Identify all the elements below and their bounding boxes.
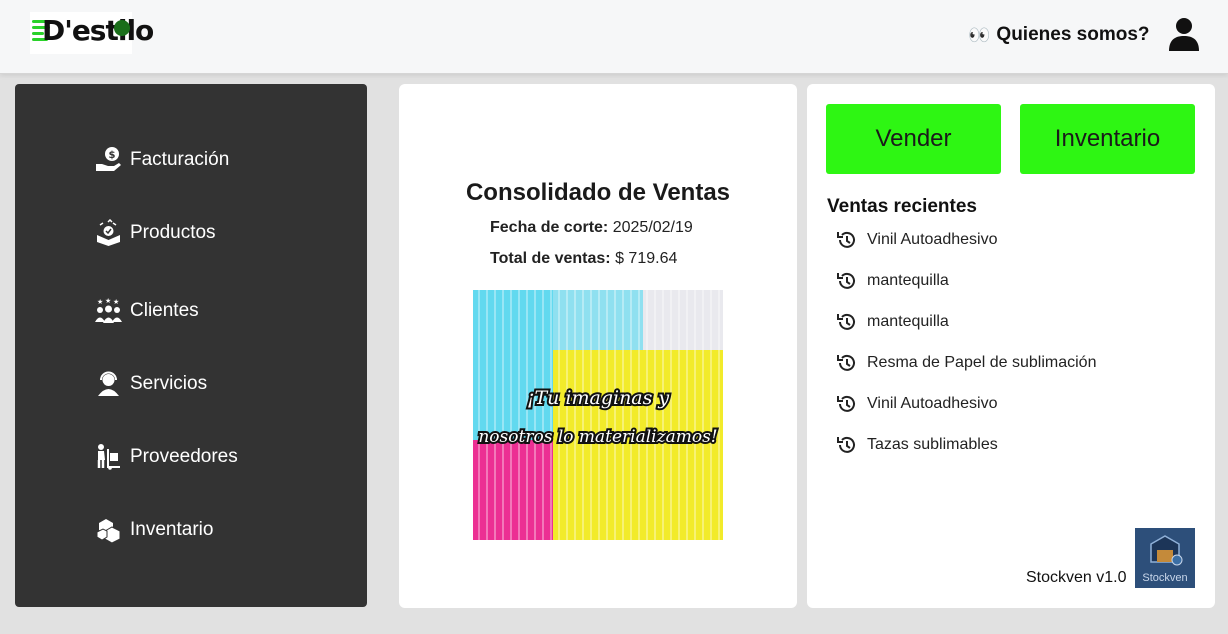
sidebar-item-label: Productos (130, 221, 216, 243)
top-header: D'estilo 👀 Quienes somos? (0, 0, 1228, 74)
sidebar-item-clientes[interactable]: ★ ★ ★ Clientes (95, 297, 199, 324)
inventory-boxes-icon (96, 519, 121, 543)
history-icon (837, 436, 855, 453)
support-agent-icon (98, 371, 119, 396)
brand-logo[interactable]: D'estilo (30, 12, 154, 54)
sidebar-item-label: Facturación (130, 148, 230, 170)
history-icon (837, 395, 855, 412)
cut-date-label: Fecha de corte: (490, 219, 609, 236)
total-sales-label: Total de ventas: (490, 250, 611, 267)
total-sales-value: $ 719.64 (615, 250, 678, 267)
sales-summary-panel: Consolidado de Ventas Fecha de corte: 20… (399, 84, 797, 608)
sidebar-item-productos[interactable]: Productos (95, 219, 216, 246)
recent-sale-item[interactable]: Resma de Papel de sublimación (835, 351, 1096, 375)
history-icon (837, 354, 855, 371)
stockven-app-logo: Stockven (1135, 528, 1195, 588)
history-icon (837, 313, 855, 330)
actions-panel: Vender Inventario Ventas recientes Vinil… (807, 84, 1215, 608)
sidebar-nav: $ Facturación Productos ★ ★ ★ Clientes S (15, 84, 367, 607)
recent-sale-label: Tazas sublimables (867, 436, 998, 453)
warehouse-icon (1150, 535, 1183, 566)
recent-sale-item[interactable]: mantequilla (835, 310, 949, 334)
recent-sale-item[interactable]: mantequilla (835, 269, 949, 293)
svg-text:★: ★ (97, 298, 103, 306)
sell-button[interactable]: Vender (826, 104, 1001, 174)
logo-emblem-icon (114, 20, 130, 36)
sidebar-item-label: Inventario (130, 518, 214, 540)
recent-sale-item[interactable]: Tazas sublimables (835, 433, 998, 457)
sidebar-item-label: Clientes (130, 299, 199, 321)
logo-text: D'estilo (42, 14, 154, 47)
history-icon (837, 272, 855, 289)
recent-sale-label: Vinil Autoadhesivo (867, 395, 998, 412)
about-label: Quienes somos? (996, 24, 1150, 45)
svg-text:★: ★ (105, 297, 111, 305)
recent-sale-item[interactable]: Vinil Autoadhesivo (835, 392, 997, 416)
stockven-logo-text: Stockven (1142, 572, 1188, 584)
sidebar-item-label: Proveedores (130, 445, 238, 467)
recent-sale-label: Resma de Papel de sublimación (867, 354, 1097, 371)
sidebar-item-label: Servicios (130, 372, 208, 394)
invoice-money-icon: $ (96, 147, 121, 171)
sidebar-item-inventario[interactable]: Inventario (95, 516, 213, 543)
sidebar-item-facturacion[interactable]: $ Facturación (95, 146, 229, 173)
sidebar-item-servicios[interactable]: Servicios (95, 370, 207, 397)
clients-group-icon: ★ ★ ★ (95, 297, 122, 323)
svg-text:★: ★ (113, 298, 119, 306)
total-sales-row: Total de ventas: $ 719.64 (490, 250, 677, 268)
user-account-icon[interactable] (1168, 17, 1200, 51)
eyes-icon: 👀 (968, 24, 991, 45)
promo-image: ¡Tu imaginas y nosotros lo materializamo… (473, 290, 723, 540)
cut-date-value: 2025/02/19 (612, 219, 693, 236)
recent-sales-title: Ventas recientes (827, 196, 977, 217)
product-box-icon (97, 219, 120, 246)
promo-line-1: ¡Tu imaginas y (527, 387, 670, 409)
supplier-dolly-icon (97, 444, 120, 470)
version-label: Stockven v1.0 (1026, 569, 1127, 586)
sidebar-item-proveedores[interactable]: Proveedores (95, 443, 238, 470)
summary-title: Consolidado de Ventas (465, 179, 731, 206)
recent-sale-label: mantequilla (867, 313, 949, 330)
about-link[interactable]: 👀 Quienes somos? (968, 24, 1150, 46)
recent-sale-label: mantequilla (867, 272, 949, 289)
svg-text:$: $ (109, 150, 116, 161)
promo-line-2: nosotros lo materializamos! (478, 427, 717, 447)
recent-sale-label: Vinil Autoadhesivo (867, 231, 998, 248)
recent-sale-item[interactable]: Vinil Autoadhesivo (835, 228, 997, 252)
history-icon (837, 231, 855, 248)
inventory-button[interactable]: Inventario (1020, 104, 1195, 174)
cut-date-row: Fecha de corte: 2025/02/19 (490, 219, 693, 237)
